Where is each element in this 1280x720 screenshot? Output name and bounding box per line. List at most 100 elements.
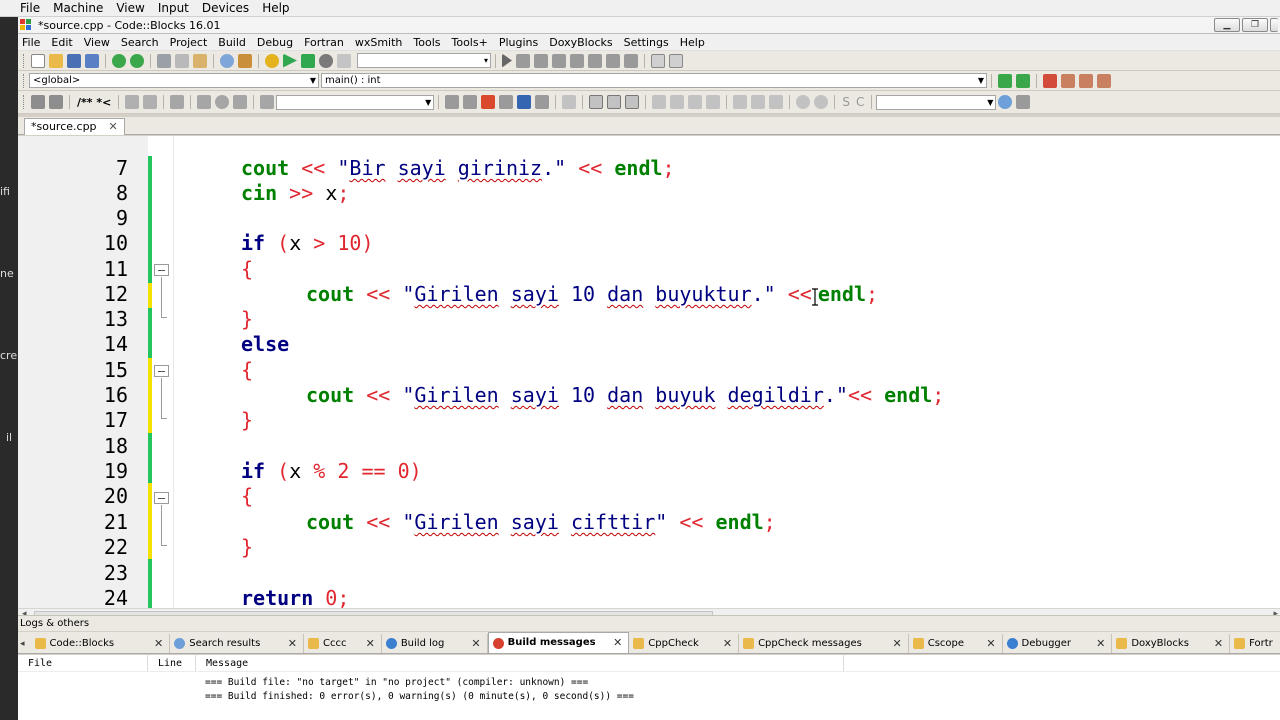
jump-forward-icon[interactable]: [1016, 73, 1030, 88]
tab-search-results[interactable]: Search results ✕: [170, 634, 304, 653]
comment-block-icon[interactable]: [31, 95, 45, 109]
menu-view[interactable]: View: [84, 36, 110, 49]
close-tab-icon[interactable]: ✕: [613, 634, 622, 652]
undo-icon[interactable]: [112, 53, 126, 68]
code-editor[interactable]: 7 8 9 10 11 12 13 14 15 16 17 18 19 20 2…: [18, 136, 1280, 608]
close-tab-icon[interactable]: ✕: [366, 635, 375, 653]
scope-combo[interactable]: <global> ▼: [29, 73, 319, 88]
frame-icon[interactable]: [589, 95, 604, 109]
lookup-icon[interactable]: [260, 95, 275, 109]
tab-codeblocks-log[interactable]: Code::Blocks ✕: [31, 634, 171, 653]
debug-info-icon[interactable]: [669, 53, 683, 68]
close-tab-icon[interactable]: ✕: [893, 635, 902, 653]
cut-icon[interactable]: [157, 53, 171, 68]
close-tab-icon[interactable]: ✕: [1214, 635, 1223, 653]
search-combo[interactable]: ▼: [276, 94, 435, 110]
s-icon[interactable]: S: [842, 95, 850, 109]
widget-7-icon[interactable]: [769, 95, 784, 109]
tab-debugger[interactable]: Debugger ✕: [1003, 634, 1113, 653]
pointer-icon[interactable]: [562, 95, 577, 109]
tabs-scroll-left-icon[interactable]: ◂: [20, 639, 25, 653]
close-tab-icon[interactable]: ✕: [109, 119, 118, 135]
column-file[interactable]: File: [18, 655, 148, 671]
build-message-row[interactable]: === Build file: "no target" in "no proje…: [205, 677, 588, 688]
tab-source-cpp[interactable]: *source.cpp ✕: [24, 118, 125, 135]
bookmark-clear-icon[interactable]: [1097, 73, 1111, 88]
fold-toggle-icon[interactable]: [154, 365, 169, 377]
tab-doxyblocks[interactable]: DoxyBlocks ✕: [1112, 634, 1231, 653]
vbox-menu-machine[interactable]: Machine: [53, 1, 103, 15]
bookmark-next-icon[interactable]: [1079, 73, 1093, 88]
redo-icon[interactable]: [130, 53, 144, 68]
code-text-area[interactable]: cout << "Bir sayi giriniz." << endl; cin…: [175, 136, 1280, 608]
jump-back-icon[interactable]: [998, 73, 1012, 88]
vbox-menu-input[interactable]: Input: [158, 1, 189, 15]
last-icon[interactable]: [233, 95, 248, 109]
widget-4-icon[interactable]: [706, 95, 721, 109]
replace-icon[interactable]: [238, 53, 252, 68]
copy-icon[interactable]: [175, 53, 189, 68]
vbox-menu-view[interactable]: View: [116, 1, 144, 15]
column-line[interactable]: Line: [148, 655, 196, 671]
doxy-help-icon[interactable]: [143, 95, 158, 109]
menu-tools-plus[interactable]: Tools+: [452, 36, 488, 49]
tab-build-log[interactable]: Build log ✕: [382, 634, 488, 653]
highlight-icon[interactable]: [481, 95, 496, 109]
tab-fortran[interactable]: Fortr: [1230, 634, 1280, 653]
next-instruction-icon[interactable]: [588, 53, 602, 68]
menu-project[interactable]: Project: [170, 36, 208, 49]
close-button[interactable]: [1270, 18, 1278, 32]
menu-plugins[interactable]: Plugins: [499, 36, 538, 49]
panel-icon[interactable]: [607, 95, 622, 109]
debug-run-icon[interactable]: [502, 53, 512, 68]
open-folder-icon[interactable]: [49, 53, 63, 68]
function-combo[interactable]: main() : int ▼: [321, 73, 987, 88]
dialog-icon[interactable]: [625, 95, 640, 109]
close-tab-icon[interactable]: ✕: [1096, 635, 1105, 653]
step-out-icon[interactable]: [570, 53, 584, 68]
arrow-right-icon[interactable]: [463, 95, 478, 109]
thread-search-options-icon[interactable]: [1016, 95, 1031, 109]
menu-edit[interactable]: Edit: [51, 36, 72, 49]
find-icon[interactable]: [220, 53, 234, 68]
close-tab-icon[interactable]: ✕: [154, 635, 163, 653]
widget-5-icon[interactable]: [733, 95, 748, 109]
tab-build-messages[interactable]: Build messages ✕: [487, 632, 630, 653]
widget-2-icon[interactable]: [670, 95, 685, 109]
close-tab-icon[interactable]: ✕: [471, 635, 480, 653]
dot-icon[interactable]: [215, 95, 230, 109]
menu-wxsmith[interactable]: wxSmith: [355, 36, 403, 49]
debug-windows-icon[interactable]: [651, 53, 665, 68]
new-file-icon[interactable]: [31, 53, 45, 68]
build-gear-icon[interactable]: [265, 53, 279, 68]
menu-tools[interactable]: Tools: [413, 36, 440, 49]
first-icon[interactable]: [197, 95, 212, 109]
doxy-run-icon[interactable]: [125, 95, 140, 109]
run-to-cursor-icon[interactable]: [516, 53, 530, 68]
menu-file[interactable]: File: [22, 36, 40, 49]
menu-fortran[interactable]: Fortran: [304, 36, 344, 49]
close-tab-icon[interactable]: ✕: [288, 635, 297, 653]
step-into-icon[interactable]: [552, 53, 566, 68]
run-icon[interactable]: [283, 53, 297, 68]
column-message[interactable]: Message: [196, 655, 844, 671]
menu-search[interactable]: Search: [121, 36, 159, 49]
menu-build[interactable]: Build: [218, 36, 246, 49]
minimize-button[interactable]: ▁: [1214, 18, 1240, 32]
arrow-left-icon[interactable]: [445, 95, 460, 109]
fold-toggle-icon[interactable]: [154, 492, 169, 504]
regex-icon[interactable]: [535, 95, 550, 109]
build-target-combo[interactable]: ▾: [357, 53, 491, 68]
menu-doxyblocks[interactable]: DoxyBlocks: [549, 36, 612, 49]
bookmark-prev-icon[interactable]: [1061, 73, 1075, 88]
build-message-row[interactable]: === Build finished: 0 error(s), 0 warnin…: [205, 691, 634, 702]
paste-icon[interactable]: [193, 53, 207, 68]
menu-settings[interactable]: Settings: [624, 36, 669, 49]
thread-search-combo[interactable]: ▼: [876, 94, 997, 110]
tab-cccc[interactable]: Cccc ✕: [304, 634, 382, 653]
save-icon[interactable]: [67, 53, 81, 68]
vbox-menu-help[interactable]: Help: [262, 1, 289, 15]
vbox-menu-file[interactable]: File: [20, 1, 40, 15]
menu-debug[interactable]: Debug: [257, 36, 293, 49]
widget-3-icon[interactable]: [688, 95, 703, 109]
